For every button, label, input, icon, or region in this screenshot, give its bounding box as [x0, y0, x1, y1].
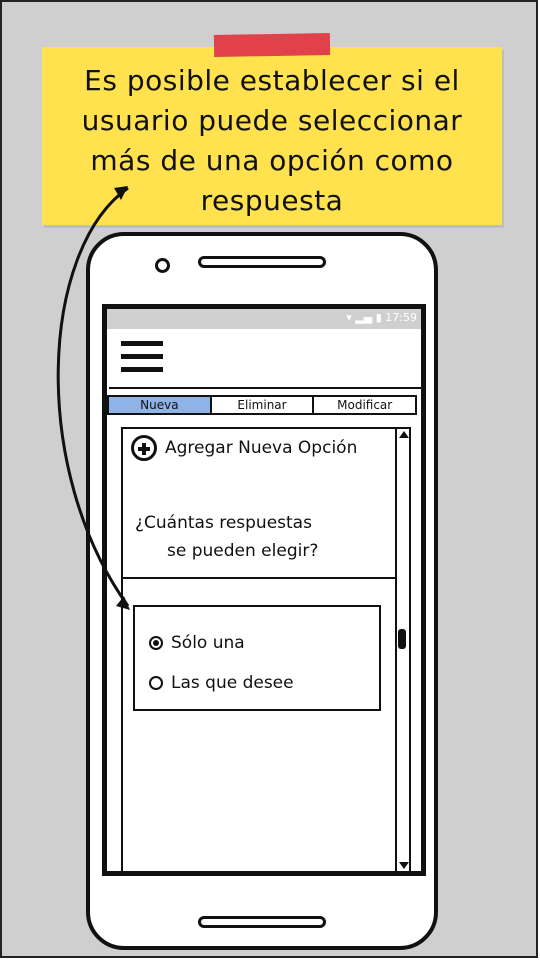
note-line: usuario puede seleccionar: [81, 104, 463, 137]
vertical-scrollbar[interactable]: [395, 429, 409, 871]
radio-selected-icon[interactable]: [149, 636, 163, 650]
tab-bar: Nueva Eliminar Modificar: [107, 395, 417, 415]
question-line-1: ¿Cuántas respuestas: [135, 513, 312, 533]
scroll-up-icon[interactable]: [399, 431, 409, 438]
status-time: 17:59: [385, 311, 417, 324]
note-line: más de una opción como: [90, 144, 454, 177]
signal-icon: ▂▄: [355, 311, 373, 324]
hamburger-menu-icon[interactable]: [121, 341, 163, 375]
scroll-down-icon[interactable]: [399, 862, 409, 869]
tab-nueva[interactable]: Nueva: [109, 397, 212, 413]
options-panel: Agregar Nueva Opción ¿Cuántas respuestas…: [121, 427, 411, 873]
battery-icon: ▮: [375, 311, 382, 324]
sticky-note: Es posible establecer si el usuario pued…: [42, 47, 502, 225]
answer-options-box: Sólo una Las que desee: [133, 605, 381, 711]
tab-eliminar[interactable]: Eliminar: [212, 397, 315, 413]
tab-modificar[interactable]: Modificar: [314, 397, 415, 413]
scroll-thumb[interactable]: [398, 629, 406, 649]
speaker-grille: [198, 256, 326, 268]
option-label: Sólo una: [171, 633, 245, 653]
phone-screen: ▾ ▂▄ ▮ 17:59 Nueva Eliminar Modificar Ag…: [102, 304, 426, 876]
home-button[interactable]: [198, 916, 326, 928]
note-text: Es posible establecer si el usuario pued…: [42, 61, 502, 221]
tape: [213, 32, 331, 58]
option-solo-una[interactable]: Sólo una: [149, 633, 245, 653]
camera-icon: [155, 258, 170, 273]
question-text: ¿Cuántas respuestas se pueden elegir?: [135, 509, 375, 565]
add-option-label: Agregar Nueva Opción: [165, 438, 358, 458]
header-divider: [109, 387, 421, 389]
radio-unselected-icon[interactable]: [149, 676, 163, 690]
note-line: respuesta: [200, 184, 344, 217]
option-las-que-desee[interactable]: Las que desee: [149, 673, 294, 693]
option-label: Las que desee: [171, 673, 294, 693]
status-icons: ▾ ▂▄ ▮ 17:59: [346, 311, 417, 324]
add-option-button[interactable]: Agregar Nueva Opción: [131, 435, 357, 461]
question-divider: [123, 577, 395, 579]
question-line-2: se pueden elegir?: [167, 541, 319, 561]
wifi-icon: ▾: [346, 311, 352, 324]
status-bar: ▾ ▂▄ ▮ 17:59: [107, 309, 421, 329]
note-line: Es posible establecer si el: [84, 64, 460, 97]
plus-circle-icon: [131, 435, 157, 461]
